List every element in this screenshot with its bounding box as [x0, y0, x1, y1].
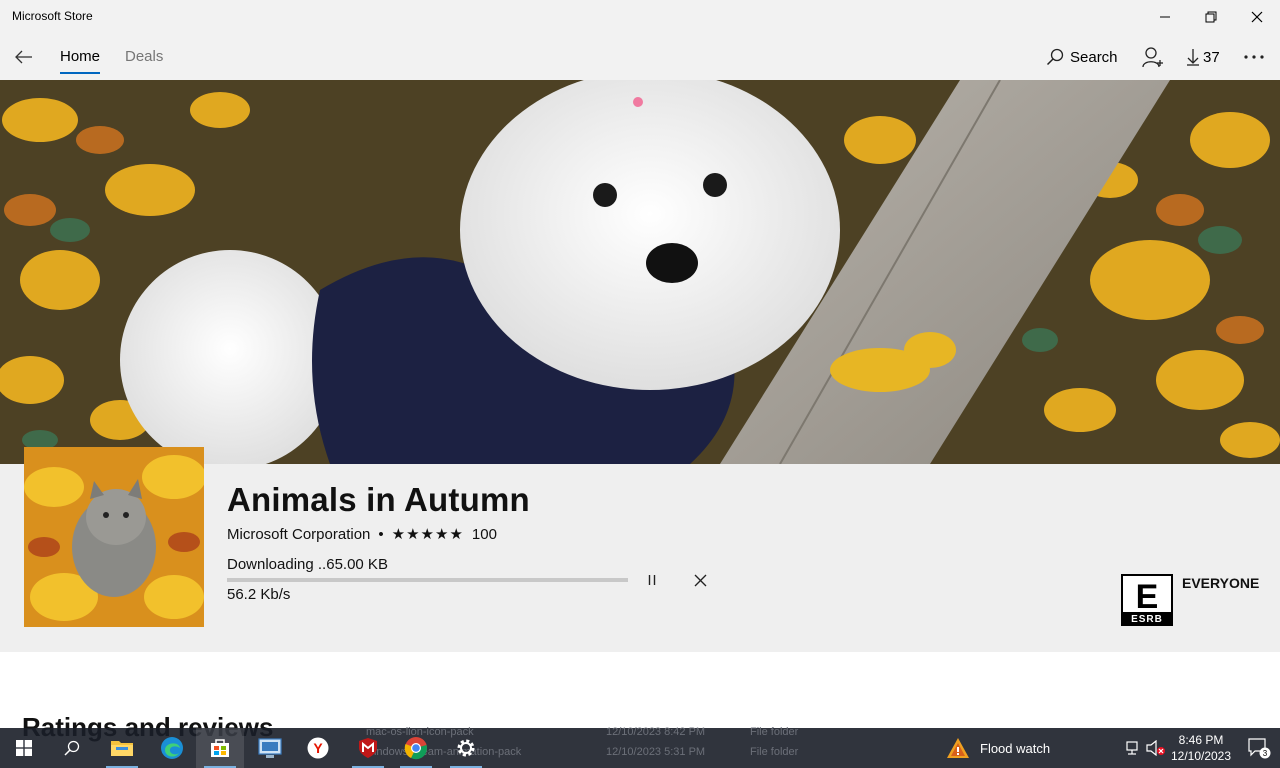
notification-count: 3: [1263, 749, 1268, 758]
start-button[interactable]: [0, 728, 48, 768]
active-tab-indicator: [60, 72, 100, 74]
ghost-file-date: 12/10/2023 8:42 PM: [606, 726, 706, 738]
weather-widget[interactable]: Flood watch: [946, 728, 1050, 768]
back-button[interactable]: [8, 42, 40, 72]
ellipsis-icon: [1244, 55, 1264, 59]
chrome-icon: [404, 737, 427, 760]
app-thumbnail: [24, 447, 204, 627]
close-icon: [694, 574, 706, 586]
edge-button[interactable]: [148, 728, 196, 768]
restore-button[interactable]: [1188, 0, 1234, 34]
download-speed: 56.2 Kb/s: [227, 586, 291, 603]
mcafee-button[interactable]: [344, 728, 392, 768]
cancel-download-button[interactable]: [688, 569, 712, 591]
edge-icon: [161, 737, 183, 759]
chrome-button[interactable]: [392, 728, 440, 768]
title-bar: Microsoft Store: [0, 0, 1280, 34]
volume-muted-icon: [1146, 740, 1165, 756]
account-button[interactable]: [1142, 34, 1164, 80]
clock-date: 12/10/2023: [1170, 749, 1232, 763]
cat-in-autumn-leaves-photo: [24, 447, 204, 627]
rating-count[interactable]: 100: [472, 526, 497, 543]
app-info-panel: Animals in Autumn Microsoft Corporation …: [0, 447, 1280, 652]
volume-button[interactable]: [1144, 728, 1168, 768]
app-title: Animals in Autumn: [227, 481, 530, 518]
download-arrow-icon: [1187, 49, 1199, 66]
window-title: Microsoft Store: [12, 9, 93, 23]
esrb-caption: ESRB: [1131, 614, 1163, 624]
esrb-letter: E: [1136, 578, 1159, 616]
network-status-button[interactable]: [1122, 728, 1144, 768]
more-options-button[interactable]: [1244, 34, 1264, 80]
star-rating[interactable]: ★★★★★: [392, 525, 464, 543]
ghost-file-type: File folder: [750, 746, 799, 758]
pause-download-button[interactable]: [640, 569, 664, 591]
store-button[interactable]: [196, 728, 244, 768]
publisher-link[interactable]: Microsoft Corporation: [227, 526, 370, 543]
weather-text: Flood watch: [980, 740, 1051, 756]
search-button[interactable]: Search: [1046, 34, 1118, 80]
tab-deals[interactable]: Deals: [125, 48, 163, 65]
downloads-count: 37: [1203, 48, 1220, 66]
yandex-icon: Y: [307, 737, 329, 759]
download-status: Downloading ..65.00 KB: [227, 556, 388, 573]
gear-icon: [457, 739, 475, 757]
search-label: Search: [1070, 48, 1118, 66]
file-explorer-button[interactable]: [98, 728, 146, 768]
minimize-icon: [1160, 16, 1170, 18]
search-icon: [1046, 48, 1064, 66]
windows-logo-icon: [16, 740, 32, 756]
age-rating-label: EVERYONE: [1182, 575, 1260, 591]
dog-in-autumn-leaves-photo: [0, 80, 1280, 464]
svg-text:Y: Y: [313, 740, 323, 756]
mcafee-icon: [359, 738, 377, 758]
clock[interactable]: 8:46 PM 12/10/2023: [1168, 732, 1234, 764]
network-icon: [1126, 741, 1138, 755]
esrb-rating-badge[interactable]: E ESRB: [1121, 574, 1173, 626]
remote-desktop-button[interactable]: [246, 728, 294, 768]
tab-home[interactable]: Home: [60, 48, 100, 65]
publisher-rating-line: Microsoft Corporation • ★★★★★ 100: [227, 525, 497, 544]
clock-time: 8:46 PM: [1178, 733, 1224, 747]
download-progress-bar: [227, 578, 628, 582]
file-explorer-icon: [111, 741, 133, 756]
notification-icon: 3: [1248, 738, 1271, 759]
taskbar-search-button[interactable]: [48, 728, 96, 768]
search-icon: [64, 740, 80, 756]
hero-image: [0, 80, 1280, 464]
esrb-e-icon: E ESRB: [1123, 576, 1171, 625]
action-center-button[interactable]: 3: [1238, 728, 1280, 768]
ghost-file-type: File folder: [750, 726, 799, 738]
yandex-button[interactable]: Y: [294, 728, 342, 768]
ghost-file-date: 12/10/2023 5:31 PM: [606, 746, 706, 758]
settings-button[interactable]: [442, 728, 490, 768]
nav-bar: Home Deals Search 37: [0, 34, 1280, 80]
add-user-icon: [1142, 47, 1163, 68]
restore-icon: [1205, 11, 1217, 23]
minimize-button[interactable]: [1142, 0, 1188, 34]
close-icon: [1251, 11, 1263, 23]
close-button[interactable]: [1234, 0, 1280, 34]
warning-icon: [947, 738, 969, 758]
downloads-button[interactable]: 37: [1186, 34, 1220, 80]
pause-icon: [648, 575, 656, 585]
separator-dot: •: [378, 525, 384, 543]
remote-desktop-icon: [258, 738, 282, 758]
store-icon: [211, 739, 229, 757]
taskbar: mac-os-lion-icon-pack 12/10/2023 8:42 PM…: [0, 726, 1280, 768]
back-arrow-icon: [15, 50, 32, 64]
